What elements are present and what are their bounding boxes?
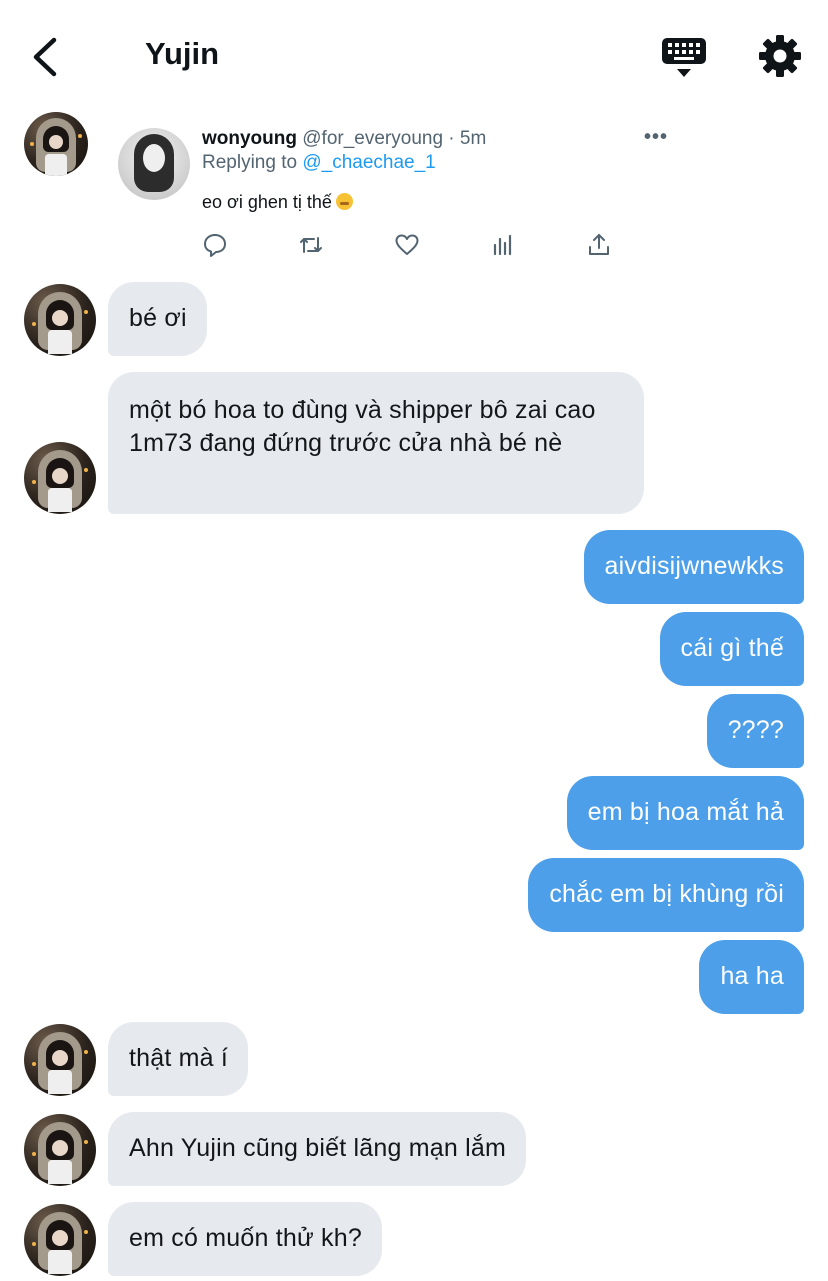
incoming-message[interactable]: em có muốn thử kh?	[108, 1202, 382, 1276]
tweet-meta-separator: ·	[443, 128, 460, 149]
outgoing-message[interactable]: ha ha	[699, 940, 804, 1014]
conversation-title: Yujin	[145, 36, 220, 71]
incoming-message[interactable]: một bó hoa to đùng và shipper bô zai cao…	[108, 372, 644, 514]
replying-prefix: Replying to	[202, 152, 303, 173]
contact-avatar[interactable]	[24, 1114, 96, 1186]
incoming-message[interactable]: bé ơi	[108, 282, 207, 356]
incoming-message[interactable]: Ahn Yujin cũng biết lãng mạn lắm	[108, 1112, 527, 1186]
contact-avatar[interactable]	[24, 1024, 96, 1096]
outgoing-message[interactable]: cái gì thế	[659, 612, 804, 686]
outgoing-message[interactable]: em bị hoa mắt hả	[566, 776, 804, 850]
tweet-author-handle: @for_everyoung	[302, 128, 444, 149]
tweet-text: eo ơi ghen tị thế	[202, 192, 332, 212]
conversation-header: Yujin	[0, 0, 828, 110]
outgoing-message[interactable]: chắc em bị khùng rồi	[528, 858, 804, 932]
contact-avatar[interactable]	[24, 442, 96, 514]
keyboard-icon[interactable]	[660, 36, 708, 80]
replying-handle-link[interactable]: @_chaechae_1	[302, 152, 435, 173]
tweet-author-line: wonyoung @for_everyoung · 5m	[202, 128, 486, 150]
back-arrow-icon[interactable]	[26, 34, 66, 80]
tweet-time: 5m	[459, 128, 487, 149]
contact-avatar[interactable]	[24, 112, 88, 176]
outgoing-message[interactable]: aivdisijwnewkks	[583, 530, 804, 604]
contact-avatar[interactable]	[24, 284, 96, 356]
tweet-author-name[interactable]: wonyoung	[202, 128, 297, 149]
face-with-hand-over-mouth-icon	[335, 193, 353, 210]
views-chart-icon[interactable]	[490, 232, 516, 258]
settings-gear-icon[interactable]	[758, 34, 802, 78]
like-heart-icon[interactable]	[394, 232, 420, 258]
incoming-message[interactable]: thật mà í	[108, 1022, 249, 1096]
retweet-icon[interactable]	[298, 232, 324, 258]
contact-avatar[interactable]	[24, 1204, 96, 1276]
tweet-author-avatar[interactable]	[118, 128, 190, 200]
tweet-action-bar	[202, 232, 622, 260]
reply-icon[interactable]	[202, 232, 228, 258]
share-icon[interactable]	[586, 232, 612, 258]
outgoing-message[interactable]: ????	[706, 694, 804, 768]
replying-to-line: Replying to @_chaechae_1	[202, 152, 436, 174]
shared-tweet-card[interactable]: wonyoung @for_everyoung · 5m ••• Replyin…	[108, 112, 688, 272]
tweet-text-line: eo ơi ghen tị thế	[202, 192, 353, 213]
more-options-icon[interactable]: •••	[644, 126, 668, 149]
